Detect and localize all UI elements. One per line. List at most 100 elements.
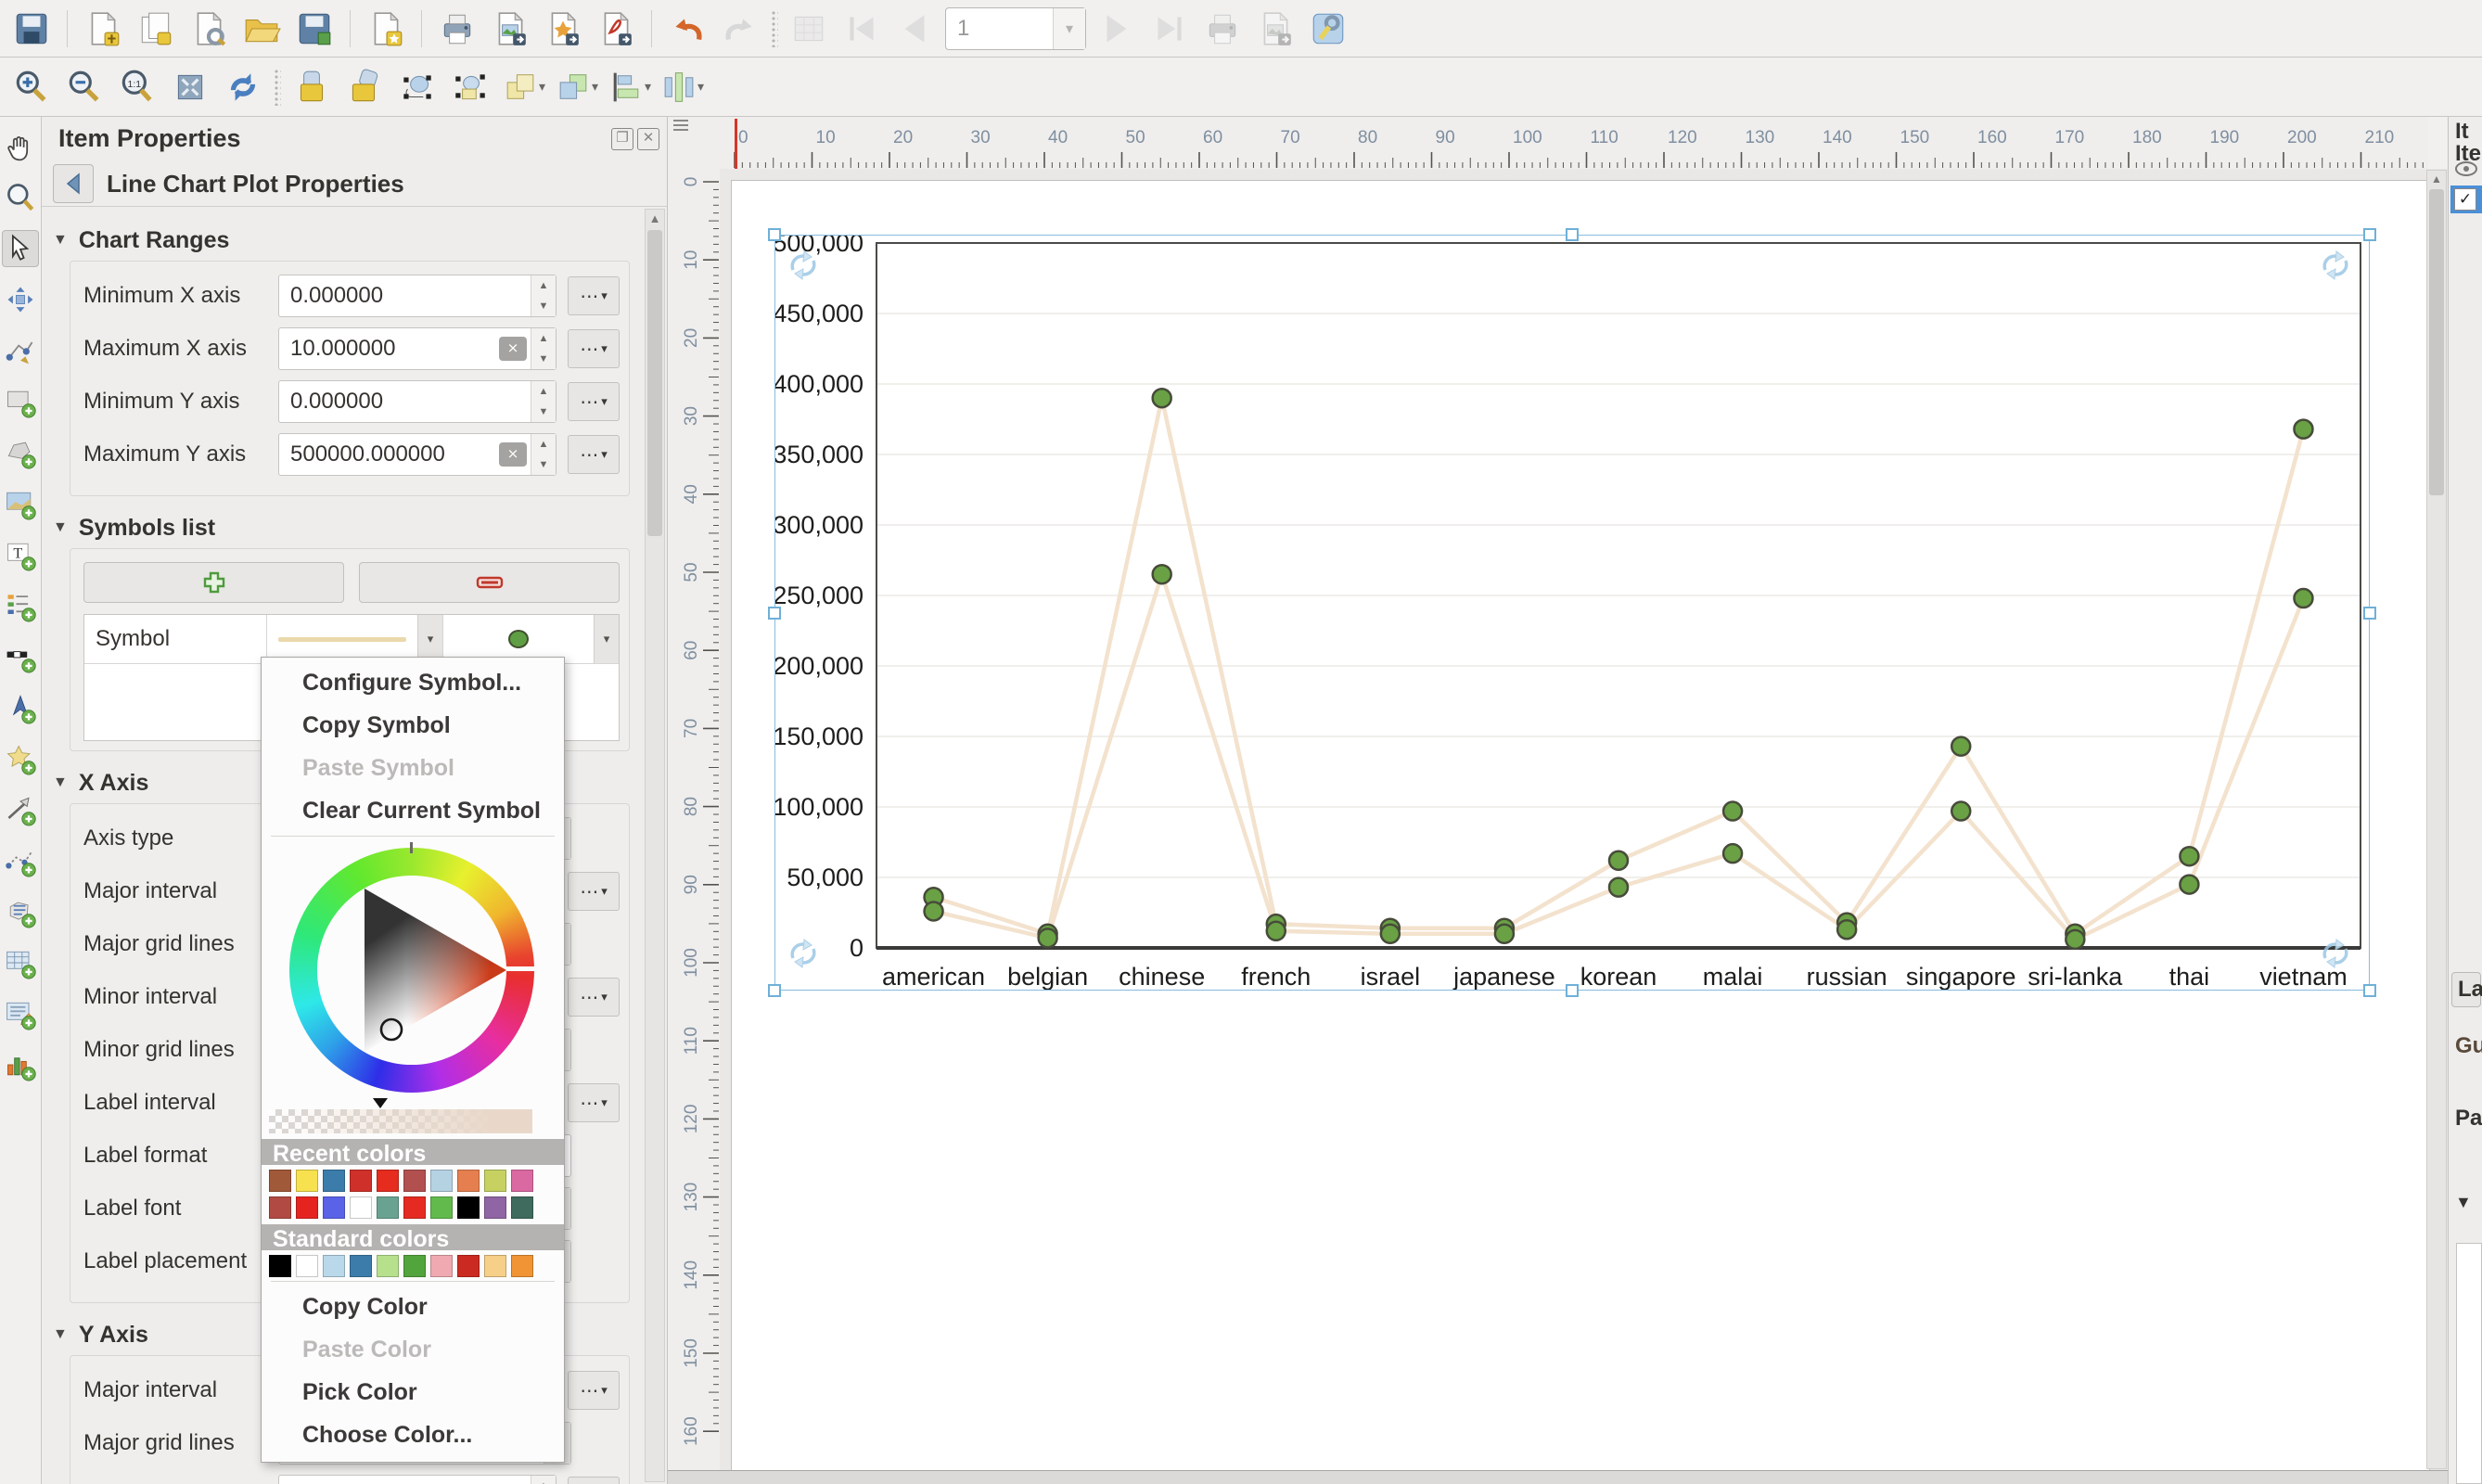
add-legend-tool[interactable] bbox=[2, 587, 39, 624]
scrollbar-thumb[interactable] bbox=[647, 230, 662, 536]
spinner[interactable]: ▲▼ bbox=[531, 275, 556, 316]
spin-up-icon[interactable]: ▲ bbox=[531, 381, 556, 402]
pan-layout-tool[interactable] bbox=[2, 128, 39, 165]
rotate-item-icon[interactable] bbox=[786, 936, 821, 971]
spin-down-icon[interactable]: ▼ bbox=[531, 454, 556, 475]
zoom-in-button[interactable] bbox=[9, 65, 54, 109]
data-defined-override-button[interactable]: ⋯▾ bbox=[568, 1083, 620, 1122]
selection-handle[interactable] bbox=[2363, 984, 2376, 997]
horizontal-scrollbar[interactable] bbox=[668, 1470, 2449, 1484]
selection-handle[interactable] bbox=[768, 984, 781, 997]
rotate-item-icon[interactable] bbox=[786, 248, 821, 283]
scroll-up-icon[interactable]: ▲ bbox=[2427, 171, 2446, 187]
color-swatch[interactable] bbox=[269, 1255, 291, 1277]
add-attribute-table-tool[interactable] bbox=[2, 944, 39, 981]
color-swatch[interactable] bbox=[457, 1170, 480, 1192]
data-defined-override-button[interactable]: ⋯▾ bbox=[568, 1477, 620, 1484]
color-swatch[interactable] bbox=[457, 1196, 480, 1219]
spin-down-icon[interactable]: ▼ bbox=[531, 296, 556, 316]
spin-up-icon[interactable]: ▲ bbox=[531, 434, 556, 454]
raise-items-button[interactable]: ▾ bbox=[501, 65, 545, 109]
color-swatch[interactable] bbox=[457, 1255, 480, 1277]
float-panel-icon[interactable]: ❐ bbox=[611, 128, 633, 150]
zoom-out-button[interactable] bbox=[62, 65, 107, 109]
distribute-items-button[interactable]: ▾ bbox=[659, 65, 704, 109]
clear-value-icon[interactable]: ⨯ bbox=[499, 442, 527, 467]
add-arrow-tool[interactable] bbox=[2, 791, 39, 828]
color-wheel-widget[interactable] bbox=[262, 840, 564, 1107]
add-label-tool[interactable]: T bbox=[2, 536, 39, 573]
select-marquee-button[interactable] bbox=[395, 65, 440, 109]
align-items-button[interactable]: ▾ bbox=[607, 65, 651, 109]
scroll-up-icon[interactable]: ▲ bbox=[646, 210, 664, 228]
selection-handle[interactable] bbox=[768, 228, 781, 241]
color-swatch[interactable] bbox=[269, 1170, 291, 1192]
minor-interval-input[interactable]: 50000.000000 ⨯ ▲▼ bbox=[278, 1475, 557, 1484]
color-swatch[interactable] bbox=[323, 1170, 345, 1192]
data-defined-override-button[interactable]: ⋯▾ bbox=[568, 872, 620, 911]
minimum-y-axis-input[interactable]: 0.000000 ▲▼ bbox=[278, 380, 557, 423]
maximum-x-axis-input[interactable]: 10.000000 ⨯ ▲▼ bbox=[278, 327, 557, 370]
collapse-triangle-icon[interactable]: ▼ bbox=[53, 519, 68, 536]
spinner[interactable]: ▲▼ bbox=[531, 328, 556, 369]
spin-up-icon[interactable]: ▲ bbox=[531, 1476, 556, 1484]
selection-handle[interactable] bbox=[1566, 228, 1579, 241]
selection-handle[interactable] bbox=[2363, 228, 2376, 241]
dropdown-arrow-icon[interactable]: ▾ bbox=[592, 79, 598, 95]
selection-handle[interactable] bbox=[768, 607, 781, 620]
lower-items-button[interactable]: ▾ bbox=[554, 65, 598, 109]
menu-item-copy-symbol[interactable]: Copy Symbol bbox=[262, 704, 564, 747]
dropdown-arrow-icon[interactable]: ▾ bbox=[697, 79, 704, 95]
color-swatch[interactable] bbox=[403, 1170, 426, 1192]
atlas-last-button[interactable] bbox=[1147, 6, 1192, 51]
menu-item-clear-current-symbol[interactable]: Clear Current Symbol bbox=[262, 789, 564, 832]
dropdown-arrow-icon[interactable]: ▾ bbox=[645, 79, 651, 95]
spinner[interactable]: ▲▼ bbox=[531, 1476, 556, 1484]
add-rectangle-tool[interactable] bbox=[2, 383, 39, 420]
color-swatch[interactable] bbox=[323, 1255, 345, 1277]
opacity-slider-handle[interactable] bbox=[373, 1098, 388, 1108]
color-swatch[interactable] bbox=[484, 1255, 506, 1277]
redo-button[interactable] bbox=[718, 6, 762, 51]
spin-down-icon[interactable]: ▼ bbox=[531, 349, 556, 369]
atlas-settings-button[interactable] bbox=[1306, 6, 1350, 51]
color-swatch[interactable] bbox=[350, 1170, 372, 1192]
add-map-tool[interactable] bbox=[2, 485, 39, 522]
atlas-prev-button[interactable] bbox=[892, 6, 937, 51]
item-visibility-checkbox[interactable]: ✓ bbox=[2454, 188, 2476, 211]
combo-arrow-icon[interactable]: ▾ bbox=[594, 615, 619, 663]
panel-scrollbar[interactable]: ▲ bbox=[645, 209, 665, 1482]
scrollbar-thumb[interactable] bbox=[2429, 189, 2444, 495]
export-svg-button[interactable] bbox=[541, 6, 585, 51]
color-swatch[interactable] bbox=[323, 1196, 345, 1219]
undo-button[interactable] bbox=[665, 6, 710, 51]
atlas-next-button[interactable] bbox=[1094, 6, 1139, 51]
color-swatch[interactable] bbox=[377, 1196, 399, 1219]
rotate-item-icon[interactable] bbox=[2318, 248, 2353, 283]
lock-items-button[interactable] bbox=[289, 65, 334, 109]
group-header-chart-ranges[interactable]: ▼Chart Ranges bbox=[53, 220, 643, 261]
color-swatch[interactable] bbox=[403, 1196, 426, 1219]
color-swatch[interactable] bbox=[269, 1196, 291, 1219]
menu-item-choose-color[interactable]: Choose Color... bbox=[262, 1414, 564, 1456]
data-defined-override-button[interactable]: ⋯▾ bbox=[568, 978, 620, 1017]
export-pdf-button[interactable] bbox=[594, 6, 638, 51]
add-items-from-template-button[interactable] bbox=[364, 6, 408, 51]
collapse-triangle-icon[interactable]: ▼ bbox=[53, 774, 68, 791]
back-button[interactable] bbox=[53, 164, 94, 203]
add-shape-tool[interactable] bbox=[2, 740, 39, 777]
remove-symbol-button[interactable] bbox=[359, 562, 620, 603]
color-swatch[interactable] bbox=[403, 1255, 426, 1277]
color-swatch[interactable] bbox=[430, 1196, 453, 1219]
color-swatch[interactable] bbox=[511, 1196, 533, 1219]
save-project-button[interactable] bbox=[9, 6, 54, 51]
color-swatch[interactable] bbox=[484, 1170, 506, 1192]
add-symbol-button[interactable] bbox=[83, 562, 344, 603]
add-north-arrow-tool[interactable] bbox=[2, 689, 39, 726]
selection-handle[interactable] bbox=[1566, 984, 1579, 997]
menu-item-pick-color[interactable]: Pick Color bbox=[262, 1371, 564, 1414]
zoom-full-button[interactable] bbox=[168, 65, 212, 109]
line-chart-item[interactable]: 050,000100,000150,000200,000250,000300,0… bbox=[774, 235, 2370, 991]
maximum-y-axis-input[interactable]: 500000.000000 ⨯ ▲▼ bbox=[278, 433, 557, 476]
deselect-marquee-button[interactable] bbox=[448, 65, 493, 109]
